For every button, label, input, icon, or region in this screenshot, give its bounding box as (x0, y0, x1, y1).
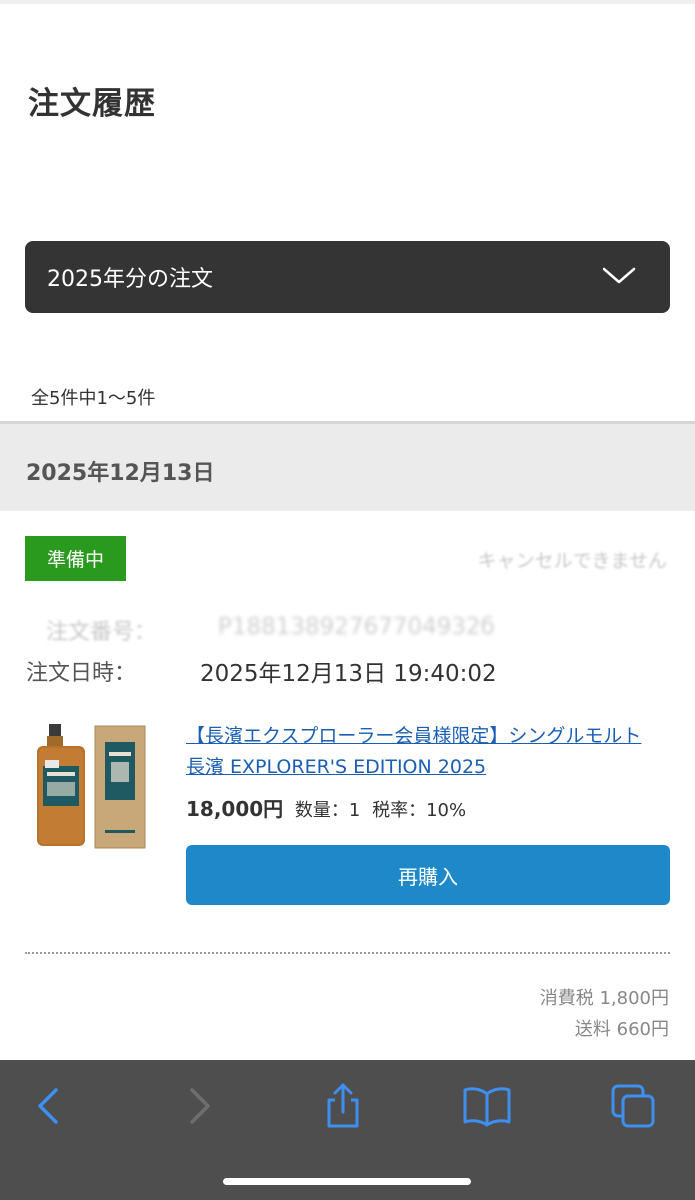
share-icon (327, 1083, 359, 1128)
back-icon (38, 1088, 58, 1124)
product-name-link[interactable]: 【長濱エクスプローラー会員様限定】シングルモルト 長濱 EXPLORER'S E… (186, 721, 676, 783)
top-strip (0, 0, 695, 4)
summary-shipping: 送料 660円 (574, 1019, 669, 1040)
rebuy-button[interactable]: 再購入 (186, 845, 670, 905)
product-price: 18,000円 (186, 797, 284, 821)
order-number-value: P18813892767704932б (218, 614, 495, 640)
back-button[interactable] (24, 1082, 74, 1130)
product-image[interactable] (33, 722, 151, 850)
product-meta: 18,000円 数量：1 税率：10% (186, 793, 472, 822)
section-divider (25, 952, 670, 954)
summary-tax: 消費税 1,800円 (539, 988, 669, 1009)
status-badge: 準備中 (25, 536, 126, 581)
forward-button[interactable] (174, 1082, 224, 1130)
year-filter-select[interactable]: 2025年分の注文 (25, 241, 670, 313)
browser-toolbar (0, 1060, 695, 1200)
tabs-button[interactable] (608, 1082, 658, 1130)
cancel-note: キャンセルできません (477, 550, 667, 572)
order-number-label: 注文番号： (46, 620, 157, 645)
tabs-icon (611, 1084, 655, 1128)
home-indicator (223, 1178, 471, 1185)
order-datetime-label: 注文日時： (26, 661, 137, 686)
share-button[interactable] (318, 1082, 368, 1130)
year-filter-value: 2025年分の注文 (47, 267, 213, 292)
product-name-line1[interactable]: 【長濱エクスプローラー会員様限定】シングルモルト (186, 721, 676, 752)
bookmarks-icon (463, 1087, 511, 1127)
page-title: 注文履歴 (28, 86, 156, 122)
product-tax-rate: 税率：10% (372, 800, 467, 821)
chevron-down-icon (602, 267, 636, 284)
order-date-heading: 2025年12月13日 (26, 461, 215, 486)
bookmarks-button[interactable] (462, 1082, 512, 1130)
product-name-line2[interactable]: 長濱 EXPLORER'S EDITION 2025 (186, 752, 676, 783)
forward-icon (190, 1088, 210, 1124)
order-datetime-value: 2025年12月13日 19:40:02 (200, 661, 497, 687)
order-date-header: 2025年12月13日 (0, 421, 695, 511)
product-quantity: 数量：1 (294, 800, 361, 821)
result-count: 全5件中1〜5件 (31, 388, 156, 409)
